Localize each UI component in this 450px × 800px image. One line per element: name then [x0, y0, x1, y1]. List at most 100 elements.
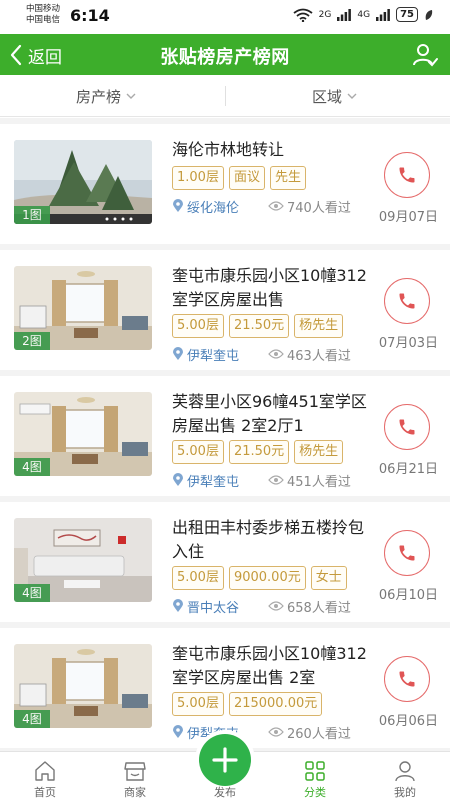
contact-tag: 杨先生: [294, 440, 344, 464]
network-4g-label: 4G: [357, 9, 371, 20]
floor-tag: 5.00层: [172, 314, 224, 338]
listing-date: 07月03日: [378, 336, 438, 351]
listing-meta: 伊犁奎屯 451人看过: [172, 471, 351, 490]
listing-title[interactable]: 海伦市林地转让: [172, 138, 372, 162]
call-button[interactable]: [384, 278, 430, 324]
listing-tags: 1.00层 面议 先生: [172, 166, 306, 190]
signal-icon: [337, 8, 352, 21]
wifi-icon: [293, 8, 313, 22]
category-filter[interactable]: 房产榜: [76, 75, 137, 117]
page-title: 张贴榜房产榜网: [160, 47, 290, 68]
carrier-info: 中国移动 中国电信: [26, 4, 60, 26]
tab-categories[interactable]: 分类: [270, 752, 360, 800]
eye-icon: [268, 201, 284, 211]
views-text: 658人看过: [287, 600, 351, 616]
store-icon: [124, 762, 146, 781]
region-filter[interactable]: 区域: [312, 75, 358, 117]
views: 463人看过: [268, 345, 351, 364]
floor-tag: 5.00层: [172, 566, 224, 590]
listing-title[interactable]: 奎屯市康乐园小区10幢312室学区房屋出售 2室: [172, 642, 372, 690]
home-icon: [35, 761, 55, 781]
location: 绥化海伦: [172, 197, 268, 216]
leaf-icon: [425, 9, 433, 20]
listing-meta: 晋中太谷 658人看过: [172, 597, 351, 616]
price-tag: 9000.00元: [228, 566, 306, 590]
floor-tag: 5.00层: [172, 440, 224, 464]
listing-meta: 伊犁奎屯 463人看过: [172, 345, 351, 364]
publish-label: 发布: [214, 786, 236, 799]
listing-card[interactable]: 4图 芙蓉里小区96幢451室学区房屋出售 2室2厅1 5.00层 21.50元…: [0, 376, 450, 496]
listing-list[interactable]: 1图 海伦市林地转让 1.00层 面议 先生 绥化海伦 740人看过 09月07…: [0, 118, 450, 751]
listing-title[interactable]: 芙蓉里小区96幢451室学区房屋出售 2室2厅1: [172, 390, 372, 438]
location-pin-icon: [173, 599, 183, 612]
phone-icon: [399, 419, 415, 435]
tab-mine-label: 我的: [394, 786, 416, 799]
eye-icon: [268, 727, 284, 737]
contact-tag: 女士: [310, 566, 347, 590]
status-bar: 中国移动 中国电信 6:14 2G 4G 75: [0, 0, 450, 34]
floor-tag: 1.00层: [172, 166, 224, 190]
listing-card[interactable]: 2图 奎屯市康乐园小区10幢312室学区房屋出售 5.00层 21.50元 杨先…: [0, 250, 450, 370]
price-tag: 面议: [228, 166, 265, 190]
views-text: 463人看过: [287, 348, 351, 364]
listing-card[interactable]: 1图 海伦市林地转让 1.00层 面议 先生 绥化海伦 740人看过 09月07…: [0, 124, 450, 244]
listing-date: 09月07日: [378, 210, 438, 225]
listing-photo[interactable]: 4图: [14, 518, 152, 602]
listing-photo[interactable]: 4图: [14, 644, 152, 728]
listing-date: 06月21日: [378, 462, 438, 477]
battery-icon: 75: [396, 7, 418, 22]
tab-home-label: 首页: [34, 786, 56, 799]
listing-date: 06月06日: [378, 714, 438, 729]
listing-title[interactable]: 出租田丰村委步梯五楼拎包入住: [172, 516, 372, 564]
app-header: 返回 张贴榜房产榜网: [0, 34, 450, 75]
signal-icon-2: [376, 8, 390, 21]
network-2g-label: 2G: [318, 9, 332, 20]
tab-categories-label: 分类: [304, 786, 326, 799]
tab-mine[interactable]: 我的: [360, 752, 450, 800]
tab-home[interactable]: 首页: [0, 752, 90, 800]
listing-photo[interactable]: 4图: [14, 392, 152, 476]
carrier-2: 中国电信: [26, 15, 61, 25]
location: 伊犁奎屯: [172, 471, 268, 490]
listing-tags: 5.00层 215000.00元: [172, 692, 323, 716]
views: 740人看过: [268, 197, 351, 216]
price-tag: 215000.00元: [228, 692, 323, 716]
region-filter-label: 区域: [312, 87, 343, 106]
call-button[interactable]: [384, 404, 430, 450]
filter-divider: [225, 86, 226, 106]
eye-icon: [268, 475, 284, 485]
listing-tags: 5.00层 21.50元 杨先生: [172, 440, 344, 464]
location-pin-icon: [173, 725, 183, 738]
views-text: 740人看过: [287, 200, 351, 216]
eye-icon: [268, 601, 284, 611]
phone-icon: [399, 293, 415, 309]
price-tag: 21.50元: [228, 314, 290, 338]
listing-card[interactable]: 4图 出租田丰村委步梯五楼拎包入住 5.00层 9000.00元 女士 晋中太谷…: [0, 502, 450, 622]
contact-tag: 杨先生: [294, 314, 344, 338]
views-text: 451人看过: [287, 474, 351, 490]
listing-title[interactable]: 奎屯市康乐园小区10幢312室学区房屋出售: [172, 264, 372, 312]
views: 658人看过: [268, 597, 351, 616]
listing-photo[interactable]: 2图: [14, 266, 152, 350]
listing-tags: 5.00层 21.50元 杨先生: [172, 314, 344, 338]
location-text: 伊犁奎屯: [187, 348, 240, 364]
listing-photo[interactable]: 1图: [14, 140, 152, 224]
tab-merchants-label: 商家: [124, 786, 146, 799]
location: 晋中太谷: [172, 597, 268, 616]
call-button[interactable]: [384, 530, 430, 576]
listing-card[interactable]: 4图 奎屯市康乐园小区10幢312室学区房屋出售 2室 5.00层 215000…: [0, 628, 450, 748]
phone-icon: [399, 545, 415, 561]
views: 451人看过: [268, 471, 351, 490]
call-button[interactable]: [384, 152, 430, 198]
user-icon: [395, 761, 415, 782]
user-check-icon[interactable]: [412, 42, 438, 68]
photo-count-badge: 4图: [14, 710, 50, 728]
price-tag: 21.50元: [228, 440, 290, 464]
location: 伊犁奎屯: [172, 345, 268, 364]
photo-count-badge: 4图: [14, 584, 50, 602]
category-filter-label: 房产榜: [76, 87, 122, 106]
photo-count-badge: 4图: [14, 458, 50, 476]
publish-button[interactable]: [199, 734, 251, 786]
call-button[interactable]: [384, 656, 430, 702]
tab-merchants[interactable]: 商家: [90, 752, 180, 800]
